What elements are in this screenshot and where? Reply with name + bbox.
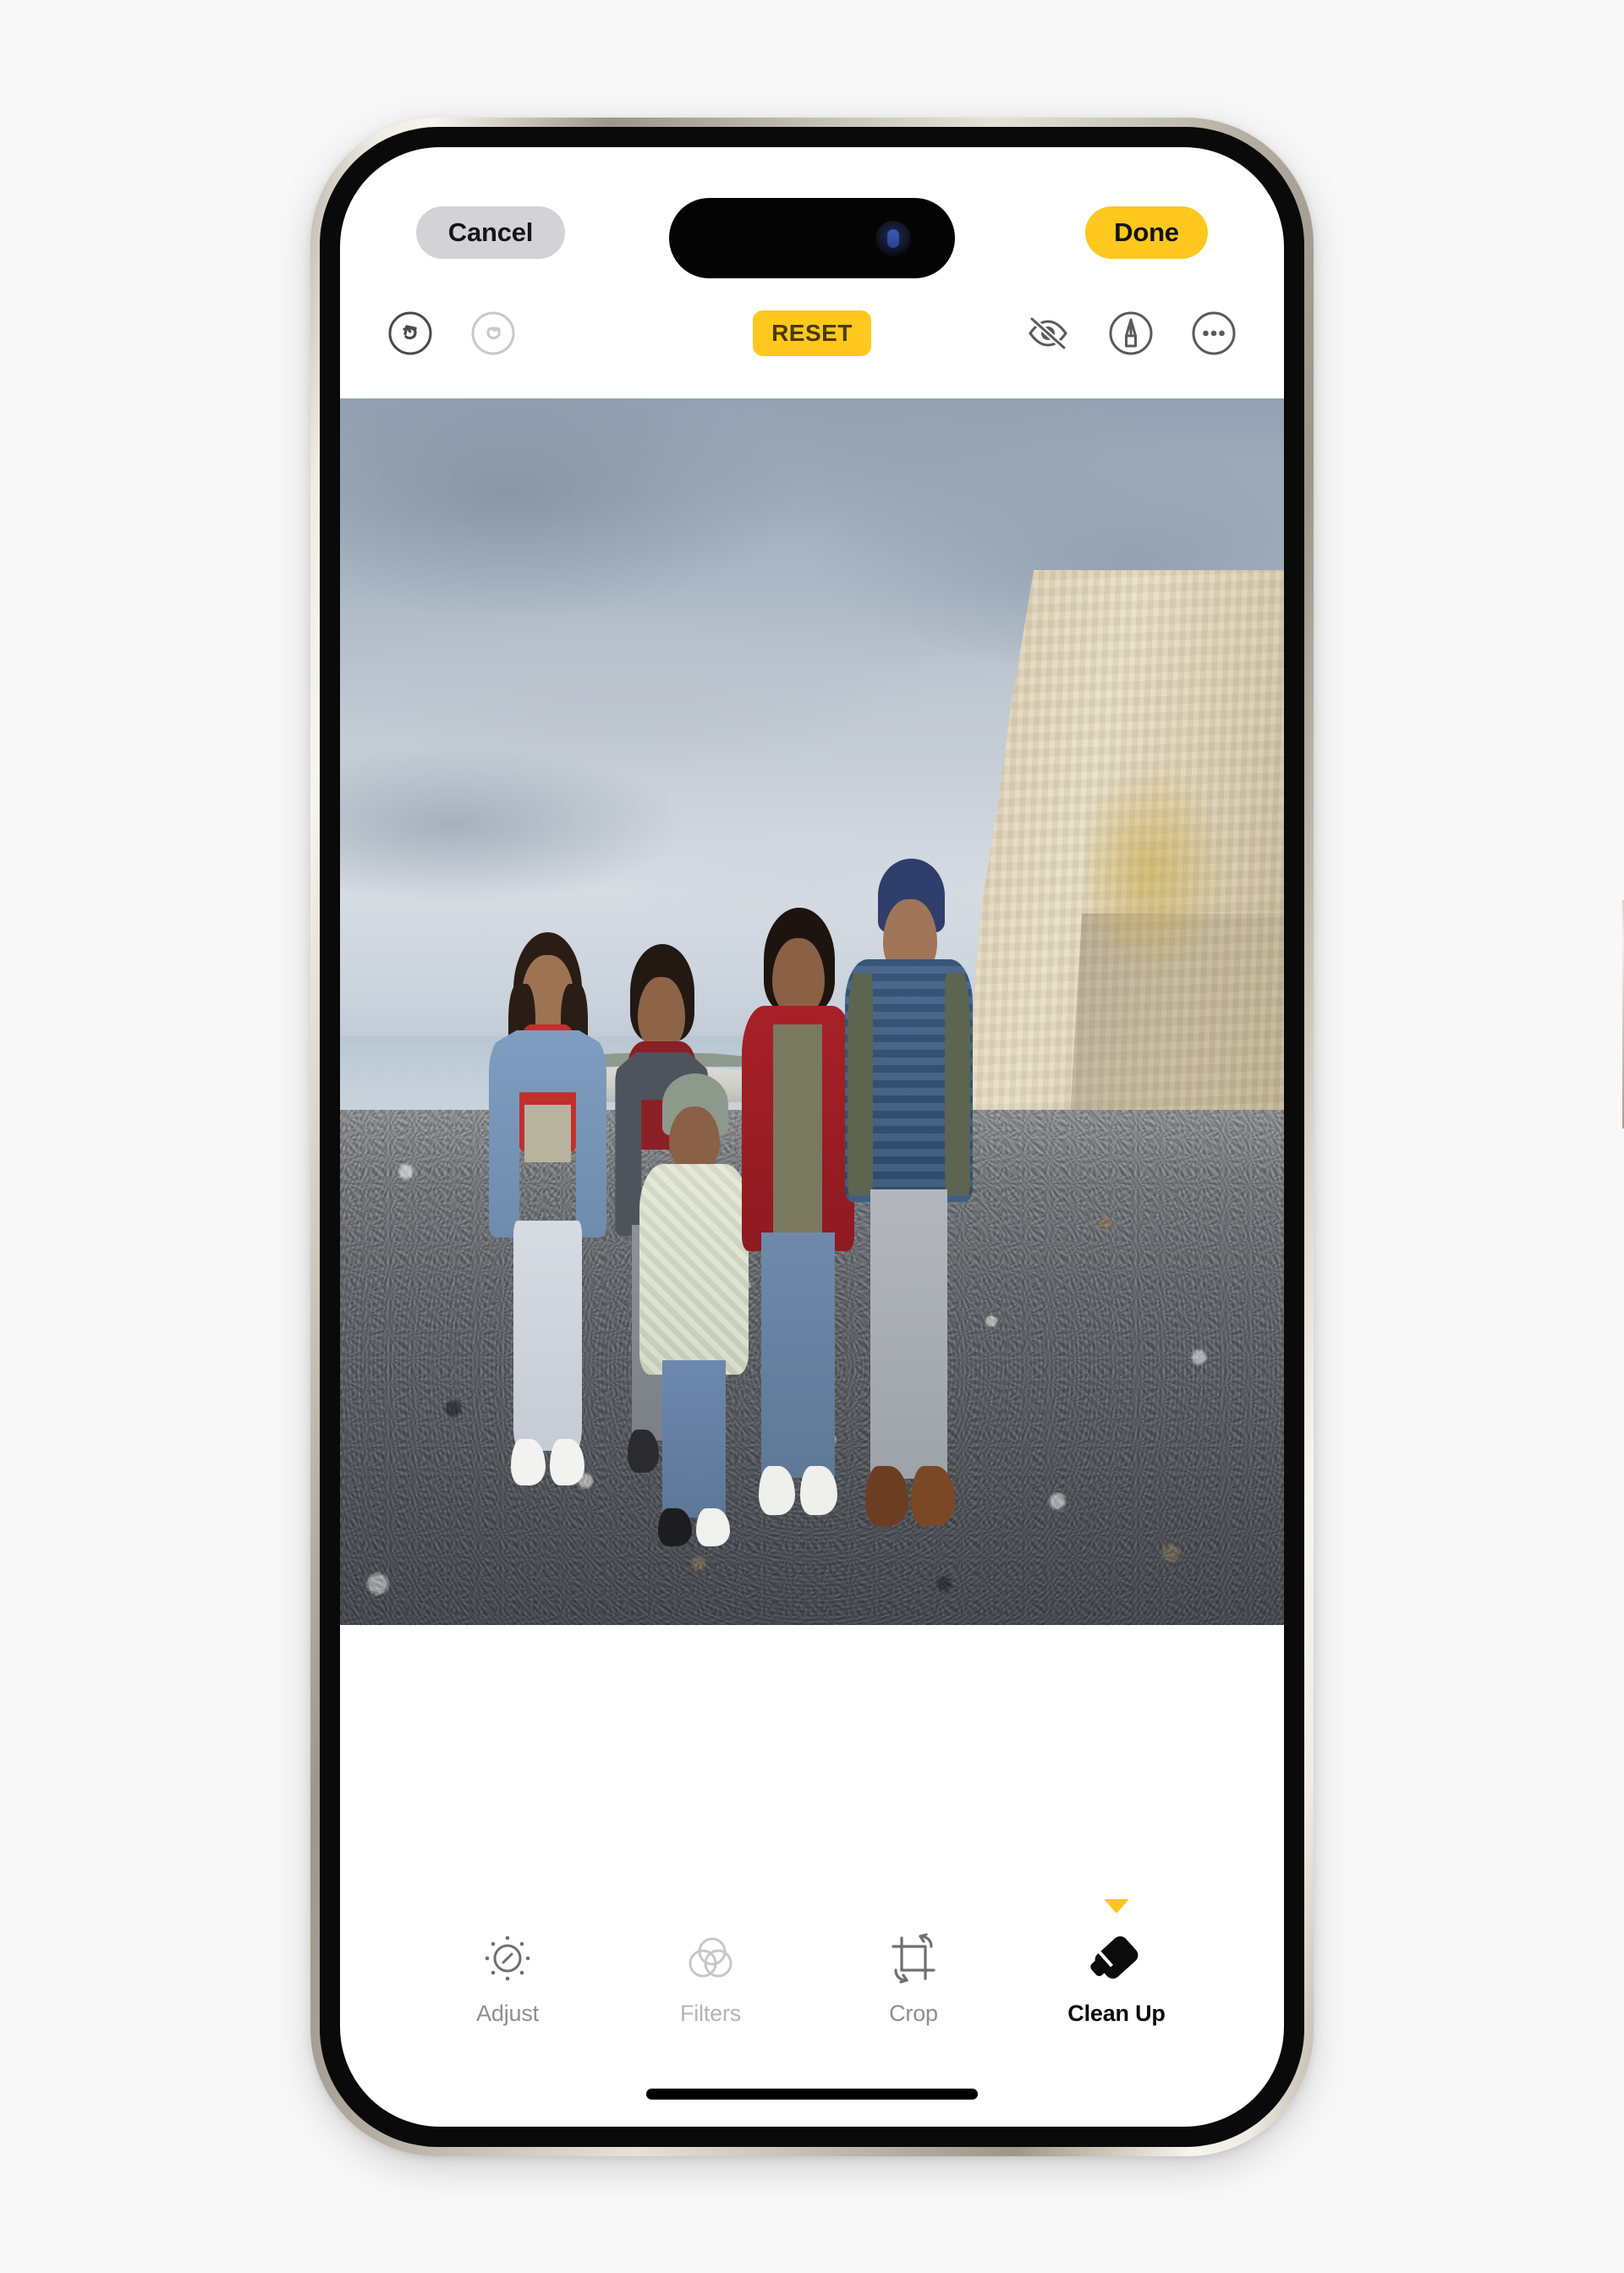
done-button[interactable]: Done [1085, 206, 1208, 259]
redo-button[interactable] [467, 307, 519, 360]
edit-toolbar-right-group [1022, 307, 1240, 360]
eye-slash-icon [1024, 314, 1072, 353]
tool-adjust[interactable]: Adjust [445, 1928, 570, 2027]
tool-filters[interactable]: Filters [648, 1928, 773, 2027]
photo-person-woman [737, 907, 859, 1521]
tool-crop-label: Crop [889, 2001, 938, 2026]
markup-button[interactable] [1105, 307, 1157, 360]
dynamic-island [669, 198, 955, 278]
markup-visibility-button[interactable] [1022, 307, 1074, 360]
undo-button[interactable] [384, 307, 436, 360]
front-camera-icon [875, 220, 911, 256]
editing-tools-toolbar: Adjust Filters Crop Clean Up [340, 1891, 1284, 2027]
reset-button[interactable]: RESET [753, 310, 871, 356]
home-indicator[interactable] [646, 2089, 978, 2100]
phone-screen: Cancel Done RESET Adjust Filters Crop Cl… [340, 147, 1284, 2127]
phone-device-frame: Cancel Done RESET Adjust Filters Crop Cl… [310, 118, 1624, 2156]
tool-adjust-label: Adjust [476, 2001, 539, 2026]
photo-person-child-front [638, 1073, 751, 1552]
photo-people-group [340, 398, 1284, 1625]
photo-person-man [845, 858, 973, 1534]
adjust-dial-icon [477, 1928, 538, 1989]
phone-bezel: Cancel Done RESET Adjust Filters Crop Cl… [320, 127, 1304, 2147]
edit-toolbar: RESET [340, 295, 1284, 371]
redo-icon [470, 310, 516, 356]
ellipsis-circle-icon [1191, 310, 1237, 356]
filters-circles-icon [680, 1928, 741, 1989]
top-action-bar: Cancel Done [340, 198, 1284, 278]
tool-crop[interactable]: Crop [851, 1928, 976, 2027]
screenshot-stage: Cancel Done RESET Adjust Filters Crop Cl… [0, 0, 1624, 2273]
pen-circle-icon [1108, 310, 1154, 356]
eraser-icon [1086, 1928, 1147, 1989]
crop-rotate-icon [883, 1928, 944, 1989]
tool-clean-up-label: Clean Up [1067, 2001, 1166, 2026]
tool-clean-up[interactable]: Clean Up [1054, 1899, 1179, 2027]
more-options-button[interactable] [1188, 307, 1240, 360]
reset-button-wrap: RESET [753, 310, 871, 356]
selected-tool-marker-icon [1104, 1899, 1129, 1913]
undo-icon [387, 310, 433, 356]
edit-toolbar-left-group [384, 307, 519, 360]
cancel-button[interactable]: Cancel [416, 206, 565, 259]
edited-photo[interactable] [340, 398, 1284, 1625]
photo-canvas[interactable] [340, 398, 1284, 1625]
photo-person-girl-left [486, 931, 609, 1509]
tool-filters-label: Filters [679, 2001, 742, 2026]
